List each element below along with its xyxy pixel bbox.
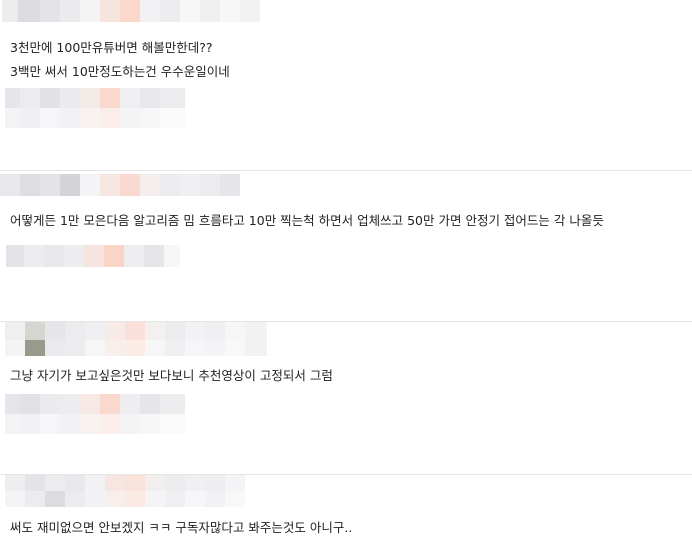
blurred-username-header xyxy=(5,475,245,507)
comment-text-line: 어떻게든 1만 모은다음 알고리즘 밈 흐름타고 10만 찍는척 하면서 업체쓰… xyxy=(10,213,604,228)
blurred-username-header xyxy=(2,0,280,22)
comment-item: 3천만에 100만유튜버면 해볼만한데?? 3백만 써서 10만정도하는건 우수… xyxy=(0,0,692,170)
comment-text-line: 그냥 자기가 보고싶은것만 보다보니 추천영상이 고정되서 그럼 xyxy=(10,368,333,383)
blurred-meta-info xyxy=(5,394,185,434)
comment-text-line: 3백만 써서 10만정도하는건 우수운일이네 xyxy=(10,64,230,79)
blurred-meta-info xyxy=(6,245,180,267)
blurred-username-header xyxy=(0,174,240,196)
comment-text-line: 써도 재미없으면 안보겠지 ㅋㅋ 구독자많다고 봐주는것도 아니구.. xyxy=(10,520,353,535)
blurred-username-header xyxy=(5,322,267,356)
comment-item: 어떻게든 1만 모은다음 알고리즘 밈 흐름타고 10만 찍는척 하면서 업체쓰… xyxy=(0,171,692,321)
comment-item: 그냥 자기가 보고싶은것만 보다보니 추천영상이 고정되서 그럼 xyxy=(0,322,692,474)
comment-text-line: 3천만에 100만유튜버면 해볼만한데?? xyxy=(10,40,213,55)
blurred-meta-info xyxy=(5,88,185,128)
comment-item: 써도 재미없으면 안보겠지 ㅋㅋ 구독자많다고 봐주는것도 아니구.. xyxy=(0,475,692,556)
